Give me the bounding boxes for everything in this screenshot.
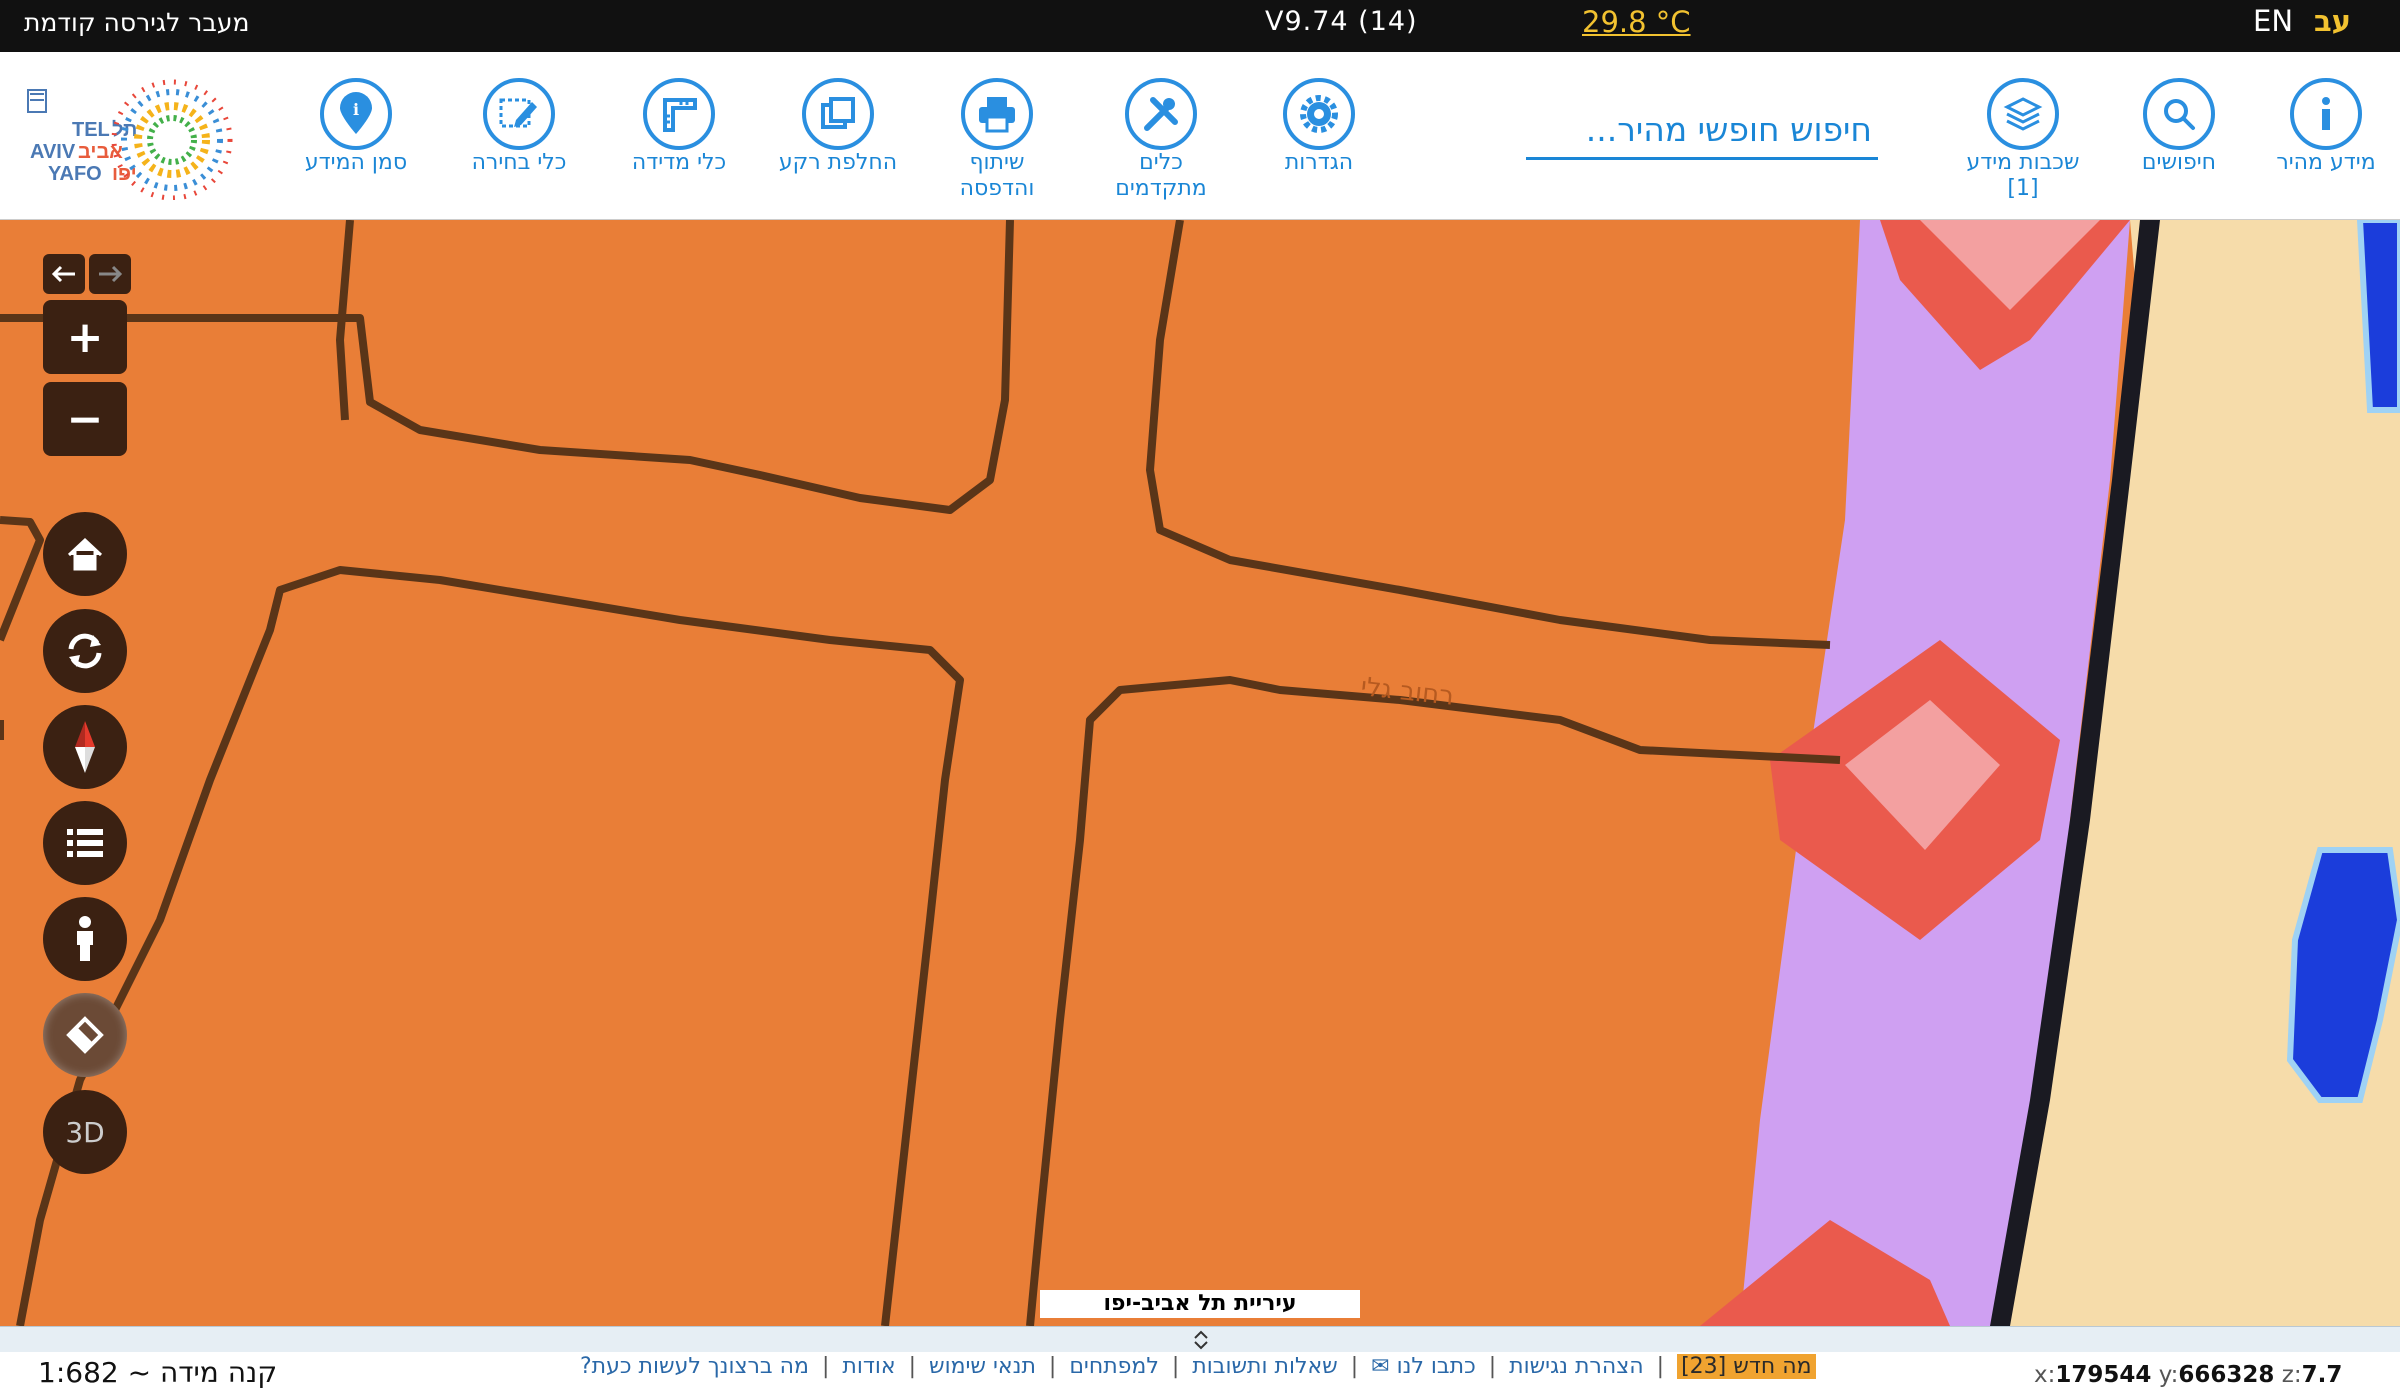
- info-icon: [2290, 78, 2362, 150]
- three-d-button[interactable]: 3D: [43, 1090, 127, 1174]
- searches-tool[interactable]: חיפושים: [2094, 78, 2264, 176]
- selection-edit-icon: [483, 78, 555, 150]
- version-label: V9.74 (14): [1265, 6, 1418, 37]
- map-pin-info-icon: i: [320, 78, 392, 150]
- about-link[interactable]: אודות: [842, 1354, 895, 1379]
- language-english[interactable]: EN: [2253, 4, 2293, 38]
- legend-list-button[interactable]: [43, 801, 127, 885]
- top-bar: מעבר לגירסה קודמת V9.74 (14) 29.8 °C EN …: [0, 0, 2400, 52]
- home-button[interactable]: [43, 512, 127, 596]
- language-hebrew[interactable]: עב: [2314, 4, 2351, 38]
- svg-text:TEL: TEL: [72, 119, 110, 141]
- layers-icon: [1987, 78, 2059, 150]
- svg-text:AVIV: AVIV: [30, 141, 76, 163]
- map-tiles: רחוב גלי: [0, 220, 2400, 1326]
- terms-link[interactable]: תנאי שימוש: [929, 1354, 1036, 1379]
- eraser-icon: [66, 1016, 104, 1054]
- contact-link[interactable]: כתבו לנו ✉: [1371, 1354, 1476, 1379]
- developers-link[interactable]: למפתחים: [1069, 1354, 1159, 1379]
- basemap-switch-tool[interactable]: החלפת רקע: [753, 78, 923, 176]
- map-canvas[interactable]: רחוב גלי + − 3D עיריית תל אביב-יפו: [0, 220, 2400, 1326]
- main-toolbar: TEL תל AVIV אביב YAFO יפו i סמן המידע כל…: [0, 52, 2400, 220]
- tools-icon: [1125, 78, 1197, 150]
- panel-toggle[interactable]: [0, 1326, 2400, 1352]
- advanced-tools[interactable]: כלים מתקדמים: [1076, 78, 1246, 202]
- info-layers-tool[interactable]: שכבות מידע [1]: [1938, 78, 2108, 202]
- refresh-button[interactable]: [43, 609, 127, 693]
- compass-icon: [75, 721, 95, 773]
- footer-links: מה חדש [23] | הצהרת נגישות | כתבו לנו ✉ …: [580, 1354, 1816, 1379]
- list-icon: [67, 829, 103, 857]
- history-arrows: [43, 254, 131, 294]
- settings-tool[interactable]: הגדרות: [1234, 78, 1404, 176]
- map-scale: קנה מידה ~ 1:682: [38, 1356, 278, 1389]
- back-arrow-icon[interactable]: [43, 254, 85, 294]
- zoom-in-button[interactable]: +: [43, 300, 127, 374]
- quick-search-input[interactable]: חיפוש חופשי מהיר...: [1526, 102, 1878, 160]
- person-icon: [77, 916, 93, 961]
- expand-collapse-icon: [1194, 1330, 1208, 1350]
- selection-tool[interactable]: כלי בחירה: [434, 78, 604, 176]
- share-print-tool[interactable]: שיתוף והדפסה: [912, 78, 1082, 202]
- street-view-button[interactable]: [43, 897, 127, 981]
- zoom-out-button[interactable]: −: [43, 382, 127, 456]
- search-icon: [2143, 78, 2215, 150]
- gear-icon: [1283, 78, 1355, 150]
- status-bar: קנה מידה ~ 1:682 מה חדש [23] | הצהרת נגי…: [0, 1326, 2400, 1392]
- layers-copy-icon: [802, 78, 874, 150]
- svg-text:i: i: [353, 100, 359, 119]
- home-icon: [67, 537, 103, 571]
- previous-version-link[interactable]: מעבר לגירסה קודמת: [24, 8, 249, 37]
- compass-button[interactable]: [43, 705, 127, 789]
- printer-icon: [961, 78, 1033, 150]
- forward-arrow-icon[interactable]: [89, 254, 131, 294]
- whats-new-link[interactable]: מה חדש [23]: [1677, 1354, 1816, 1379]
- eraser-button[interactable]: [43, 993, 127, 1077]
- quick-info-tool[interactable]: מידע מהיר: [2252, 78, 2400, 176]
- refresh-icon: [68, 633, 102, 669]
- municipality-label: עיריית תל אביב-יפו: [1040, 1290, 1360, 1318]
- faq-link[interactable]: שאלות ותשובות: [1192, 1354, 1337, 1379]
- city-emblem-icon: [27, 89, 47, 113]
- temperature-link[interactable]: 29.8 °C: [1582, 5, 1691, 39]
- measure-tool[interactable]: כלי מדידה: [594, 78, 764, 176]
- ruler-icon: [643, 78, 715, 150]
- info-marker-tool[interactable]: i סמן המידע: [271, 78, 441, 176]
- svg-text:YAFO: YAFO: [48, 163, 102, 185]
- coordinates-readout: x:179544 y:666328 z:7.7: [2034, 1362, 2343, 1388]
- what-to-do-link[interactable]: מה ברצונך לעשות כעת?: [580, 1354, 809, 1379]
- accessibility-link[interactable]: הצהרת נגישות: [1509, 1354, 1644, 1379]
- tel-aviv-yafo-logo[interactable]: TEL תל AVIV אביב YAFO יפו: [22, 78, 250, 201]
